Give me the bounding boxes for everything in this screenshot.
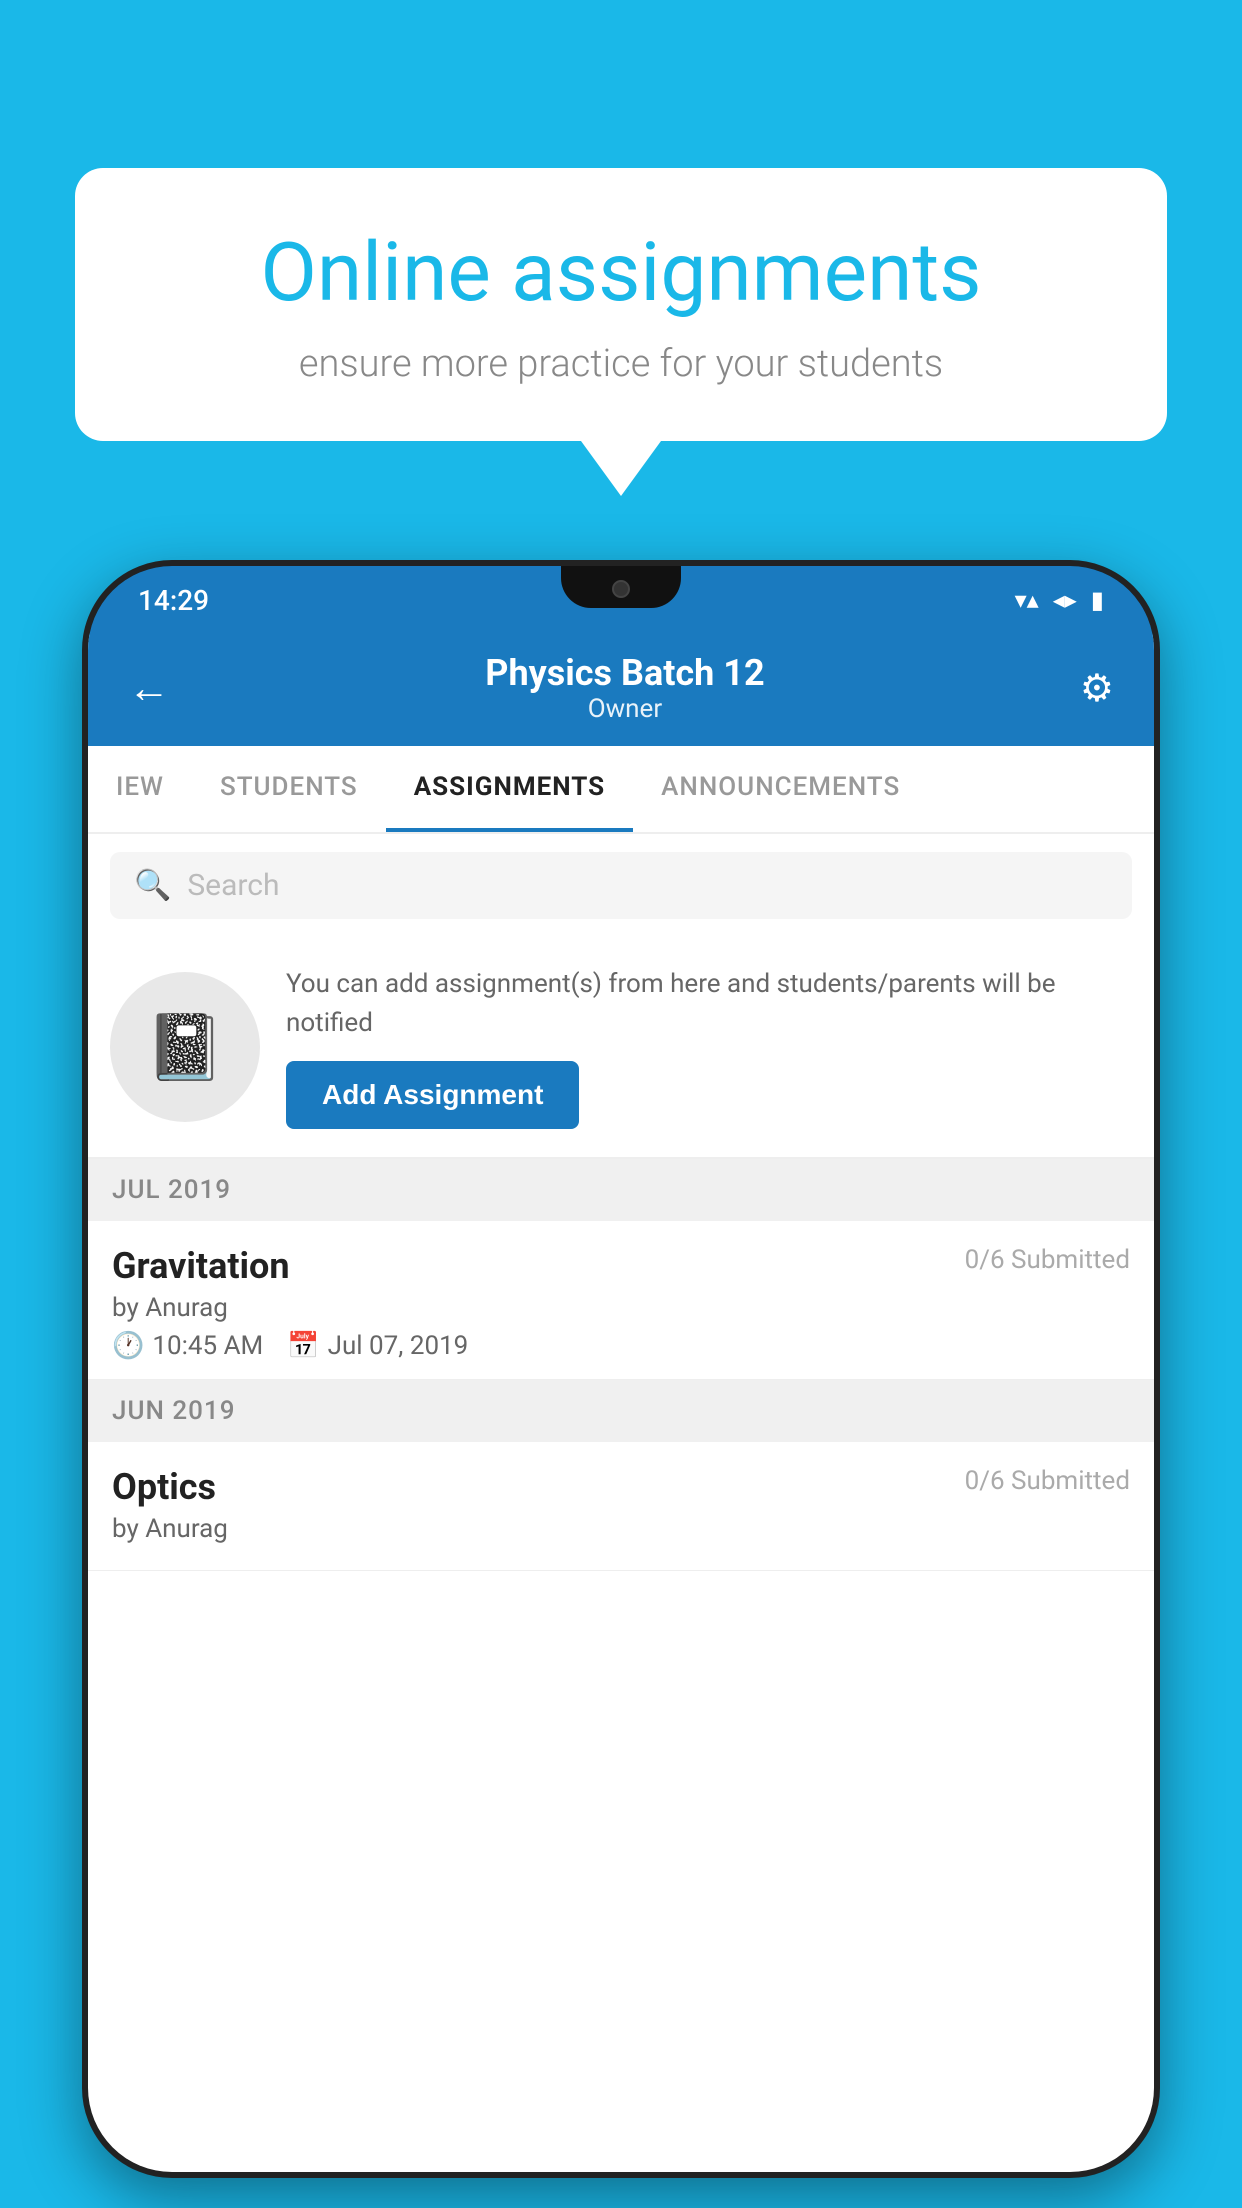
phone-screen: ← Physics Batch 12 Owner ⚙ IEW STUDENTS … [88, 634, 1154, 2172]
assignment-time: 🕐 10:45 AM [112, 1331, 263, 1361]
info-text: You can add assignment(s) from here and … [286, 965, 1132, 1129]
assignment-name-optics: Optics [112, 1466, 216, 1508]
assignment-date: 📅 Jul 07, 2019 [287, 1331, 468, 1361]
info-icon-circle: 📓 [110, 972, 260, 1122]
assignment-name: Gravitation [112, 1245, 290, 1287]
battery-icon: ▮ [1091, 586, 1104, 614]
wifi-icon: ▾▴ [1015, 586, 1039, 614]
status-bar: 14:29 ▾▴ ◂▸ ▮ [88, 566, 1154, 634]
phone-frame: 14:29 ▾▴ ◂▸ ▮ ← Physics Batch 12 Owner ⚙… [82, 560, 1160, 2178]
speech-bubble-title: Online assignments [145, 228, 1097, 318]
add-assignment-button[interactable]: Add Assignment [286, 1061, 579, 1129]
assignment-row1-optics: Optics 0/6 Submitted [112, 1466, 1130, 1508]
assignment-by-optics: by Anurag [112, 1514, 1130, 1544]
back-button[interactable]: ← [128, 664, 170, 713]
header-title: Physics Batch 12 [485, 652, 764, 694]
assignment-row1: Gravitation 0/6 Submitted [112, 1245, 1130, 1287]
front-camera [612, 580, 630, 598]
search-placeholder: Search [187, 868, 279, 903]
tab-assignments[interactable]: ASSIGNMENTS [386, 746, 633, 832]
status-time: 14:29 [138, 584, 209, 617]
section-header-jun: JUN 2019 [88, 1380, 1154, 1442]
assignment-submitted: 0/6 Submitted [965, 1245, 1130, 1275]
info-description: You can add assignment(s) from here and … [286, 965, 1132, 1043]
speech-bubble: Online assignments ensure more practice … [75, 168, 1167, 441]
settings-button[interactable]: ⚙ [1080, 666, 1114, 711]
assignment-by: by Anurag [112, 1293, 1130, 1323]
signal-icon: ◂▸ [1053, 586, 1077, 614]
speech-bubble-container: Online assignments ensure more practice … [75, 168, 1167, 496]
speech-bubble-tail [581, 441, 661, 496]
assignment-item-optics[interactable]: Optics 0/6 Submitted by Anurag [88, 1442, 1154, 1571]
speech-bubble-subtitle: ensure more practice for your students [145, 342, 1097, 386]
volume-button-left [82, 946, 86, 1026]
tab-students[interactable]: STUDENTS [192, 746, 386, 832]
calendar-icon: 📅 [287, 1331, 319, 1361]
assignment-submitted-optics: 0/6 Submitted [965, 1466, 1130, 1496]
assignment-item-gravitation[interactable]: Gravitation 0/6 Submitted by Anurag 🕐 10… [88, 1221, 1154, 1380]
app-header: ← Physics Batch 12 Owner ⚙ [88, 634, 1154, 746]
notch [561, 566, 681, 608]
header-center: Physics Batch 12 Owner [485, 652, 764, 724]
assignment-meta: 🕐 10:45 AM 📅 Jul 07, 2019 [112, 1331, 1130, 1361]
power-button-right [1156, 916, 1160, 1036]
tabs-bar: IEW STUDENTS ASSIGNMENTS ANNOUNCEMENTS [88, 746, 1154, 834]
notebook-icon: 📓 [145, 1010, 225, 1085]
search-bar[interactable]: 🔍 Search [110, 852, 1132, 919]
tab-iew[interactable]: IEW [88, 746, 192, 832]
info-card: 📓 You can add assignment(s) from here an… [88, 937, 1154, 1159]
header-subtitle: Owner [485, 694, 764, 724]
clock-icon: 🕐 [112, 1331, 144, 1361]
search-icon: 🔍 [134, 868, 171, 903]
search-bar-wrap: 🔍 Search [88, 834, 1154, 937]
tab-announcements[interactable]: ANNOUNCEMENTS [633, 746, 928, 832]
section-header-jul: JUL 2019 [88, 1159, 1154, 1221]
status-icons: ▾▴ ◂▸ ▮ [1015, 586, 1104, 614]
